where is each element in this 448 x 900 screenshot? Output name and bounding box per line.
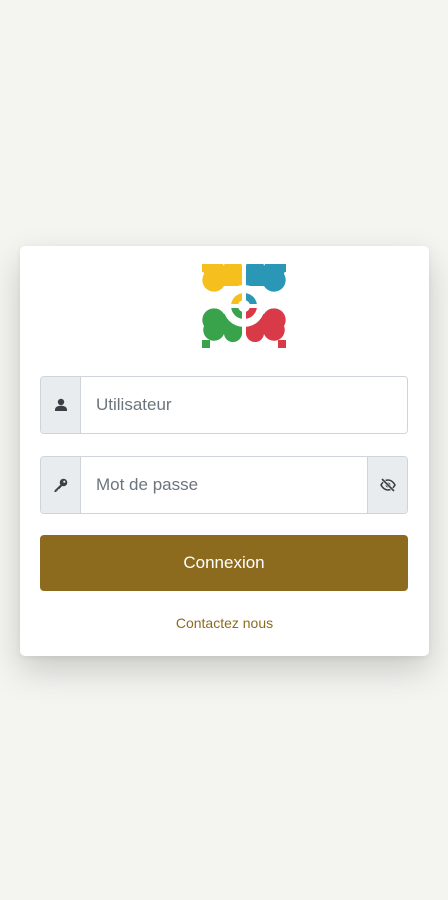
login-card: Connexion Contactez nous bbox=[20, 246, 429, 656]
app-logo bbox=[202, 257, 286, 348]
login-button[interactable]: Connexion bbox=[40, 535, 408, 591]
eye-slash-icon[interactable] bbox=[367, 457, 407, 513]
password-input[interactable] bbox=[81, 457, 367, 513]
user-icon bbox=[41, 377, 81, 433]
password-field-group bbox=[40, 456, 408, 514]
username-input[interactable] bbox=[81, 377, 407, 433]
key-icon bbox=[41, 457, 81, 513]
contact-link[interactable]: Contactez nous bbox=[20, 615, 429, 631]
username-field-group bbox=[40, 376, 408, 434]
